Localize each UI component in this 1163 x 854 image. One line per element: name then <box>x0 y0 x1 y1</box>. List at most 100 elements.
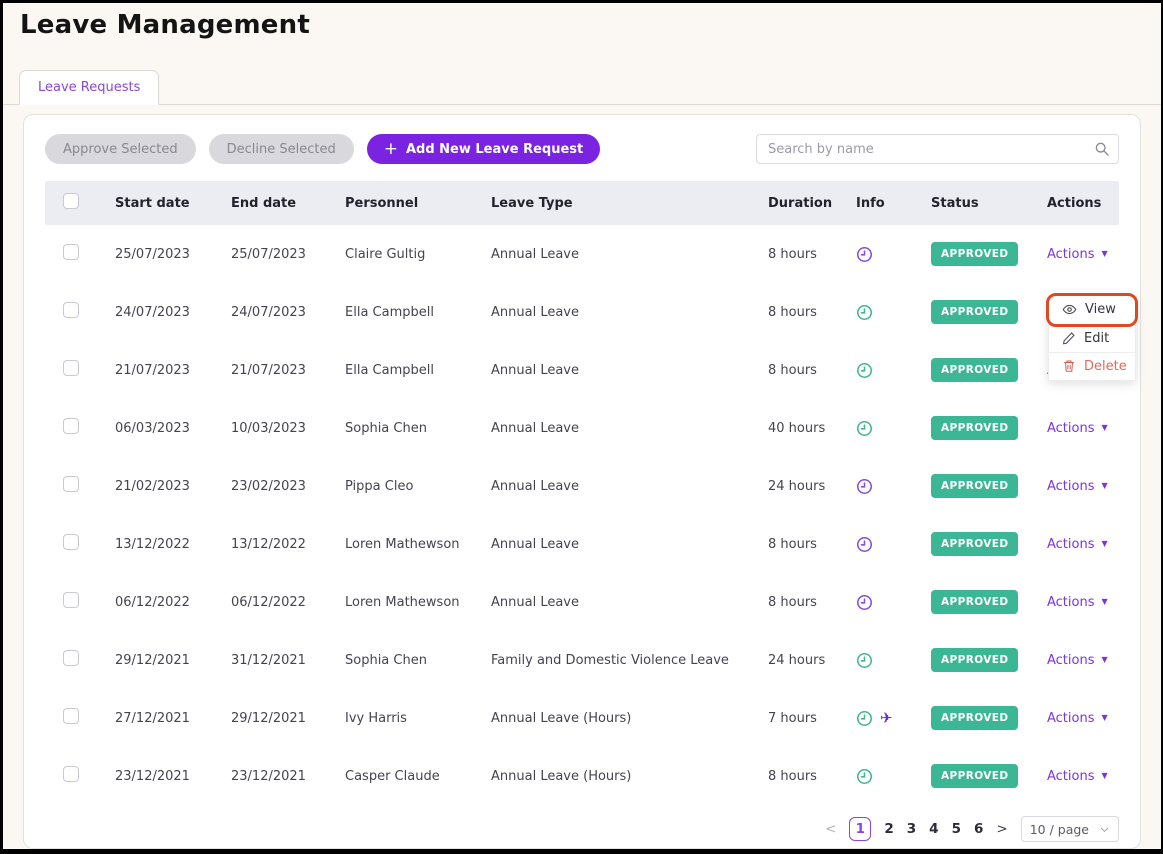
status-cell: APPROVED <box>931 242 1047 266</box>
status-badge: APPROVED <box>931 764 1018 788</box>
duration-cell: 8 hours <box>768 537 856 552</box>
chevron-down-icon: ▼ <box>1102 482 1108 490</box>
search-input[interactable] <box>756 134 1119 164</box>
start-date-cell: 21/02/2023 <box>115 479 231 494</box>
column-header-leave-type: Leave Type <box>491 196 768 211</box>
chevron-down-icon: ▼ <box>1102 714 1108 722</box>
approve-selected-button[interactable]: Approve Selected <box>45 134 196 164</box>
row-checkbox[interactable] <box>63 534 79 550</box>
info-cell: ✈ <box>856 478 931 495</box>
page-number-4[interactable]: 4 <box>929 821 938 837</box>
clock-icon[interactable] <box>856 304 873 321</box>
page-number-6[interactable]: 6 <box>974 821 983 837</box>
menu-item-delete[interactable]: Delete <box>1049 352 1135 380</box>
status-cell: APPROVED <box>931 300 1047 324</box>
status-cell: APPROVED <box>931 648 1047 672</box>
actions-dropdown-button[interactable]: Actions ▼ <box>1047 247 1108 262</box>
add-button-label: Add New Leave Request <box>406 142 583 157</box>
clock-icon[interactable] <box>856 420 873 437</box>
start-date-cell: 24/07/2023 <box>115 305 231 320</box>
info-cell: ✈ <box>856 304 931 321</box>
page-number-3[interactable]: 3 <box>907 821 916 837</box>
previous-page-button[interactable]: < <box>825 821 836 837</box>
actions-cell: Actions ▼ ViewEditDelete <box>1047 247 1119 262</box>
table-row: 06/03/2023 10/03/2023 Sophia Chen Annual… <box>45 399 1119 457</box>
row-checkbox[interactable] <box>63 418 79 434</box>
actions-dropdown-button[interactable]: Actions ▼ <box>1047 653 1108 668</box>
clock-icon[interactable] <box>856 710 873 727</box>
decline-selected-button[interactable]: Decline Selected <box>209 134 354 164</box>
end-date-cell: 21/07/2023 <box>231 363 345 378</box>
actions-label: Actions <box>1047 769 1095 784</box>
page-size-select[interactable]: 10 / page <box>1021 816 1119 842</box>
actions-label: Actions <box>1047 653 1095 668</box>
status-cell: APPROVED <box>931 416 1047 440</box>
leave-type-cell: Annual Leave <box>491 363 768 378</box>
status-badge: APPROVED <box>931 358 1018 382</box>
column-header-start-date: Start date <box>115 196 231 211</box>
clock-icon[interactable] <box>856 478 873 495</box>
page-number-5[interactable]: 5 <box>952 821 961 837</box>
page-number-2[interactable]: 2 <box>884 821 893 837</box>
leave-type-cell: Family and Domestic Violence Leave <box>491 653 768 668</box>
status-badge: APPROVED <box>931 590 1018 614</box>
clock-icon[interactable] <box>856 594 873 611</box>
actions-dropdown-button[interactable]: Actions ▼ <box>1047 769 1108 784</box>
search-icon[interactable] <box>1094 141 1110 157</box>
next-page-button[interactable]: > <box>996 821 1007 837</box>
page-number-1[interactable]: 1 <box>849 817 871 841</box>
table-row: 13/12/2022 13/12/2022 Loren Mathewson An… <box>45 515 1119 573</box>
airplane-icon[interactable]: ✈ <box>880 711 893 726</box>
pencil-icon <box>1062 331 1076 345</box>
actions-dropdown-button[interactable]: Actions ▼ <box>1047 537 1108 552</box>
leave-type-cell: Annual Leave (Hours) <box>491 711 768 726</box>
actions-dropdown-button[interactable]: Actions ▼ <box>1047 479 1108 494</box>
leave-requests-panel: Approve Selected Decline Selected + Add … <box>23 114 1141 849</box>
actions-dropdown-button[interactable]: Actions ▼ <box>1047 421 1108 436</box>
clock-icon[interactable] <box>856 652 873 669</box>
clock-icon[interactable] <box>856 362 873 379</box>
clock-icon[interactable] <box>856 768 873 785</box>
actions-label: Actions <box>1047 247 1095 262</box>
row-checkbox[interactable] <box>63 766 79 782</box>
tab-leave-requests[interactable]: Leave Requests <box>19 70 159 105</box>
clock-icon[interactable] <box>856 536 873 553</box>
menu-item-edit[interactable]: Edit <box>1049 324 1135 352</box>
row-checkbox[interactable] <box>63 476 79 492</box>
row-checkbox[interactable] <box>63 244 79 260</box>
select-all-checkbox[interactable] <box>63 193 79 209</box>
row-checkbox[interactable] <box>63 708 79 724</box>
row-checkbox[interactable] <box>63 302 79 318</box>
row-checkbox[interactable] <box>63 360 79 376</box>
clock-icon[interactable] <box>856 246 873 263</box>
actions-dropdown-button[interactable]: Actions ▼ <box>1047 595 1108 610</box>
chevron-down-icon <box>1099 824 1110 835</box>
start-date-cell: 29/12/2021 <box>115 653 231 668</box>
menu-item-view[interactable]: View <box>1049 296 1135 324</box>
duration-cell: 8 hours <box>768 769 856 784</box>
info-cell: ✈ <box>856 652 931 669</box>
end-date-cell: 31/12/2021 <box>231 653 345 668</box>
personnel-cell: Loren Mathewson <box>345 595 491 610</box>
column-header-status: Status <box>931 196 1047 211</box>
duration-cell: 8 hours <box>768 595 856 610</box>
eye-icon <box>1062 302 1077 317</box>
actions-dropdown-button[interactable]: Actions ▼ <box>1047 711 1108 726</box>
status-badge: APPROVED <box>931 532 1018 556</box>
table-row: 29/12/2021 31/12/2021 Sophia Chen Family… <box>45 631 1119 689</box>
row-checkbox[interactable] <box>63 592 79 608</box>
table-row: 23/12/2021 23/12/2021 Casper Claude Annu… <box>45 747 1119 805</box>
info-cell: ✈ <box>856 420 931 437</box>
actions-cell: Actions ▼ <box>1047 537 1119 552</box>
leave-type-cell: Annual Leave <box>491 247 768 262</box>
end-date-cell: 25/07/2023 <box>231 247 345 262</box>
menu-item-label: View <box>1085 302 1116 317</box>
tab-bar: Leave Requests <box>3 70 1161 105</box>
row-checkbox[interactable] <box>63 650 79 666</box>
actions-cell: Actions ▼ <box>1047 421 1119 436</box>
leave-type-cell: Annual Leave <box>491 537 768 552</box>
app-window: Leave Management Leave Requests Approve … <box>0 0 1163 854</box>
add-new-leave-request-button[interactable]: + Add New Leave Request <box>367 134 601 164</box>
pagination: < 123456 > 10 / page <box>24 816 1140 842</box>
end-date-cell: 06/12/2022 <box>231 595 345 610</box>
